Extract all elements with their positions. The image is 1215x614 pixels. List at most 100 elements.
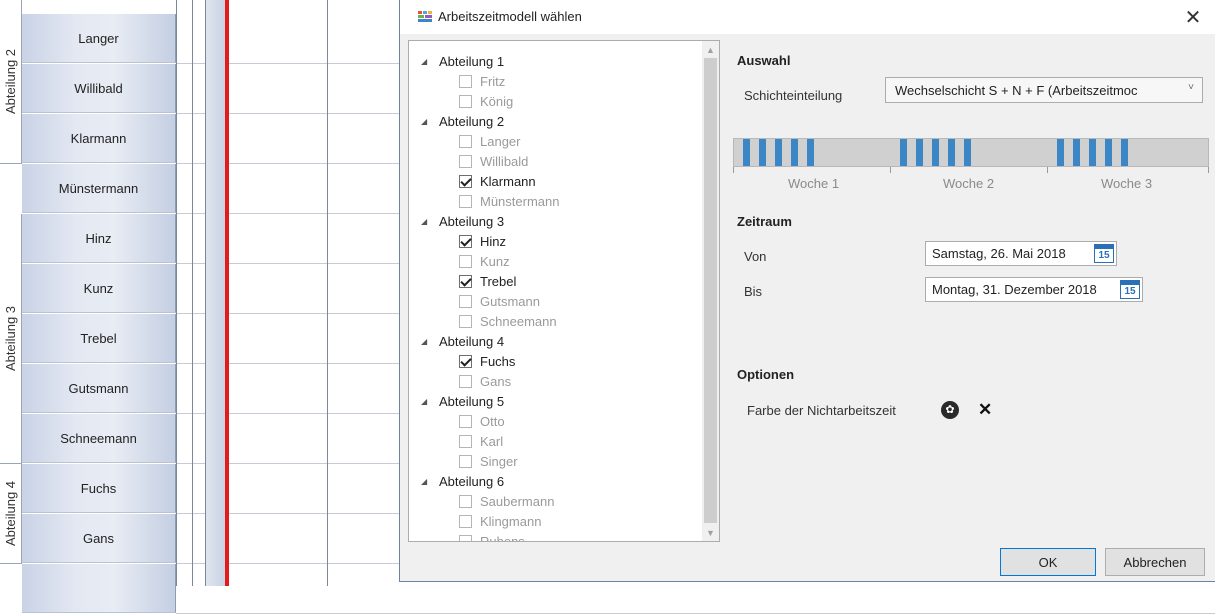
calendar-icon[interactable]: 15 [1120,280,1140,299]
tree-member-item[interactable]: Trebel [459,271,516,291]
tree-group-2[interactable]: ◢ Abteilung 2 [421,111,504,131]
tree-member-item[interactable]: König [459,91,513,111]
tree-member-item[interactable]: Fuchs [459,351,515,371]
tree-member-item[interactable]: Saubermann [459,491,554,511]
expand-triangle-icon[interactable]: ◢ [421,337,431,346]
auswahl-heading: Auswahl [737,53,791,68]
member-checkbox[interactable] [459,434,472,448]
tree-member-item[interactable]: Klarmann [459,171,536,191]
member-checkbox[interactable] [459,194,472,208]
tree-group-label: Abteilung 1 [439,53,505,69]
member-checkbox[interactable] [459,234,472,248]
member-checkbox[interactable] [459,374,472,388]
employee-row-label [22,564,176,613]
member-checkbox[interactable] [459,94,472,108]
expand-triangle-icon[interactable]: ◢ [421,477,431,486]
von-date-field[interactable]: Samstag, 26. Mai 2018 15 [925,241,1117,266]
zeitraum-heading: Zeitraum [737,214,792,229]
member-checkbox[interactable] [459,274,472,288]
shift-block [1121,139,1128,166]
tree-member-item[interactable]: Kunz [459,251,510,271]
shift-block [1057,139,1064,166]
tree-member-item[interactable]: Münstermann [459,191,559,211]
app-icon [418,11,432,22]
tree-group-4[interactable]: ◢ Abteilung 4 [421,331,504,351]
tree-member-item[interactable]: Gutsmann [459,291,540,311]
tree-member-item[interactable]: Gans [459,371,511,391]
tree-member-item[interactable]: Hinz [459,231,506,251]
member-label: Rubens [480,533,525,542]
week-label: Woche 1 [788,176,840,191]
dialog-title: Arbeitszeitmodell wählen [438,9,582,24]
member-label: Langer [480,133,521,149]
member-checkbox[interactable] [459,294,472,308]
employee-row-label: Trebel [22,314,176,363]
shift-block [916,139,923,166]
member-label: Klarmann [480,173,536,189]
expand-triangle-icon[interactable]: ◢ [421,117,431,126]
tree-group-6[interactable]: ◢ Abteilung 6 [421,471,504,491]
schicht-select[interactable]: Wechselschicht S + N + F (Arbeitszeitmoc… [885,77,1203,103]
member-checkbox[interactable] [459,514,472,528]
member-label: Schneemann [480,313,557,329]
department-side-label-text: Abteilung 2 [3,48,18,115]
member-checkbox[interactable] [459,254,472,268]
tree-member-item[interactable]: Klingmann [459,511,541,531]
tree-member-item[interactable]: Fritz [459,71,505,91]
close-icon[interactable]: ✕ [1180,4,1206,30]
tree-member-item[interactable]: Willibald [459,151,528,171]
member-checkbox[interactable] [459,174,472,188]
expand-triangle-icon[interactable]: ◢ [421,217,431,226]
tree-group-5[interactable]: ◢ Abteilung 5 [421,391,504,411]
member-checkbox[interactable] [459,134,472,148]
bis-date-value: Montag, 31. Dezember 2018 [932,282,1097,297]
tree-member-item[interactable]: Singer [459,451,518,471]
tree-member-item[interactable]: Karl [459,431,503,451]
scroll-down-icon[interactable]: ▼ [702,524,719,541]
expand-triangle-icon[interactable]: ◢ [421,57,431,66]
color-palette-icon[interactable]: ✿ [941,401,959,419]
expand-triangle-icon[interactable]: ◢ [421,397,431,406]
tree-group-label: Abteilung 4 [439,333,505,349]
member-checkbox[interactable] [459,314,472,328]
tree-group-1[interactable]: ◢ Abteilung 1 [421,51,504,71]
member-checkbox[interactable] [459,534,472,541]
employee-tree[interactable]: ◢ Abteilung 1 Fritz König ◢ Abteilung 2 Langer… [408,40,720,542]
member-checkbox[interactable] [459,454,472,468]
shift-block [900,139,907,166]
member-checkbox[interactable] [459,494,472,508]
member-label: Willibald [480,153,529,169]
member-checkbox[interactable] [459,74,472,88]
farbe-label: Farbe der Nichtarbeitszeit [747,403,896,418]
employee-row-label: Kunz [22,264,176,313]
department-side-label-text: Abteilung 3 [3,305,18,372]
department-side-label: Abteilung 4 [0,464,22,564]
tree-member-item[interactable]: Schneemann [459,311,557,331]
member-checkbox[interactable] [459,414,472,428]
tree-member-item[interactable]: Langer [459,131,520,151]
tree-member-item[interactable]: Otto [459,411,505,431]
scrollbar-thumb[interactable] [704,58,717,523]
bis-date-field[interactable]: Montag, 31. Dezember 2018 15 [925,277,1143,302]
employee-row-label: Klarmann [22,114,176,163]
week-tick [1208,167,1209,173]
member-checkbox[interactable] [459,154,472,168]
tree-scrollbar[interactable]: ▲ ▼ [702,41,719,541]
shift-block [932,139,939,166]
member-label: Karl [480,433,504,449]
cancel-button[interactable]: Abbrechen [1105,548,1205,576]
grid-line [205,0,206,586]
clear-color-icon[interactable]: ✕ [978,400,992,420]
week-label: Woche 2 [943,176,995,191]
calendar-icon[interactable]: 15 [1094,244,1114,263]
week-ticks [733,167,1209,173]
ok-button[interactable]: OK [1000,548,1096,576]
tree-member-item[interactable]: Rubens [459,531,525,542]
grid-line [327,0,328,586]
tree-group-3[interactable]: ◢ Abteilung 3 [421,211,504,231]
member-checkbox[interactable] [459,354,472,368]
chevron-down-icon: ˅ [1188,82,1194,93]
shift-block [1105,139,1112,166]
scroll-up-icon[interactable]: ▲ [702,41,719,58]
optionen-heading: Optionen [737,367,795,382]
